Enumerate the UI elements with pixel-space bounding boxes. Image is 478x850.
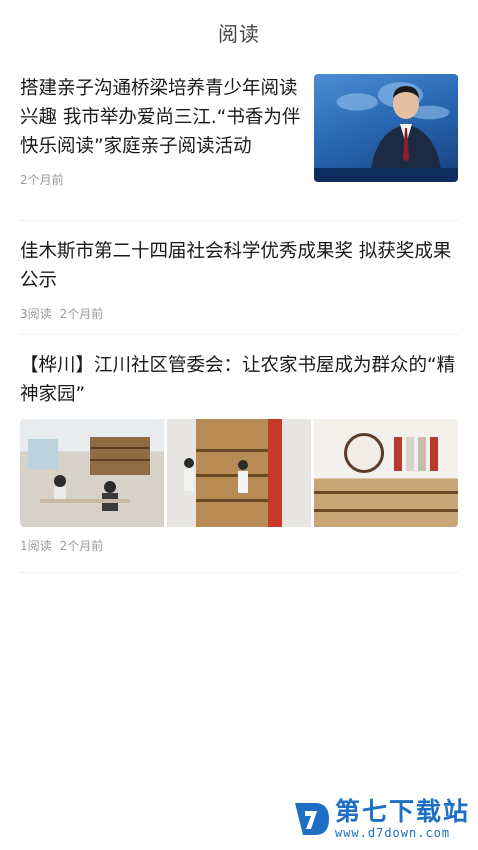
- article-item[interactable]: 【桦川】江川社区管委会：让农家书屋成为群众的“精神家园” 1阅读 2个月前: [20, 335, 458, 573]
- gallery-photo[interactable]: [314, 419, 458, 527]
- watermark-text: 第七下载站 www.d7down.com: [334, 797, 470, 841]
- site-watermark: 第七下载站 www.d7down.com: [293, 798, 470, 840]
- article-time: 2个月前: [59, 307, 104, 321]
- article-time: 2个月前: [59, 539, 104, 553]
- article-headline[interactable]: 搭建亲子沟通桥梁培养青少年阅读兴趣 我市举办爱尚三江.“书香为伴 快乐阅读”家庭…: [20, 74, 302, 161]
- d7-logo-icon: [294, 803, 329, 835]
- news-anchor-image: [314, 86, 458, 182]
- article-item[interactable]: 搭建亲子沟通桥梁培养青少年阅读兴趣 我市举办爱尚三江.“书香为伴 快乐阅读”家庭…: [20, 64, 458, 221]
- gallery-photo[interactable]: [167, 419, 311, 527]
- article-time: 2个月前: [20, 173, 64, 187]
- article-feed: 搭建亲子沟通桥梁培养青少年阅读兴趣 我市举办爱尚三江.“书香为伴 快乐阅读”家庭…: [0, 64, 478, 573]
- article-meta: 1阅读 2个月前: [20, 537, 458, 554]
- reading-room-image: [28, 437, 150, 511]
- article-headline[interactable]: 佳木斯市第二十四届社会科学优秀成果奖 拟获奖成果公示: [20, 237, 458, 295]
- article-text: 搭建亲子沟通桥梁培养青少年阅读兴趣 我市举办爱尚三江.“书香为伴 快乐阅读”家庭…: [20, 74, 302, 204]
- article-meta: 2个月前: [20, 171, 302, 188]
- library-wall-image: [394, 437, 438, 471]
- gallery-photo[interactable]: [20, 419, 164, 527]
- article-reads: 1阅读: [20, 539, 52, 553]
- bookshelf-image: [184, 458, 248, 493]
- article-gallery[interactable]: [20, 419, 458, 527]
- article-meta: 3阅读 2个月前: [20, 305, 458, 322]
- page-title: 阅读: [218, 21, 260, 46]
- article-reads: 3阅读: [20, 307, 52, 321]
- watermark-url: www.d7down.com: [334, 826, 451, 840]
- article-item[interactable]: 佳木斯市第二十四届社会科学优秀成果奖 拟获奖成果公示 3阅读 2个月前: [20, 221, 458, 335]
- watermark-title: 第七下载站: [334, 797, 470, 826]
- article-headline[interactable]: 【桦川】江川社区管委会：让农家书屋成为群众的“精神家园”: [20, 351, 458, 409]
- article-thumbnail[interactable]: [314, 74, 458, 182]
- top-bar: 阅读: [0, 0, 478, 64]
